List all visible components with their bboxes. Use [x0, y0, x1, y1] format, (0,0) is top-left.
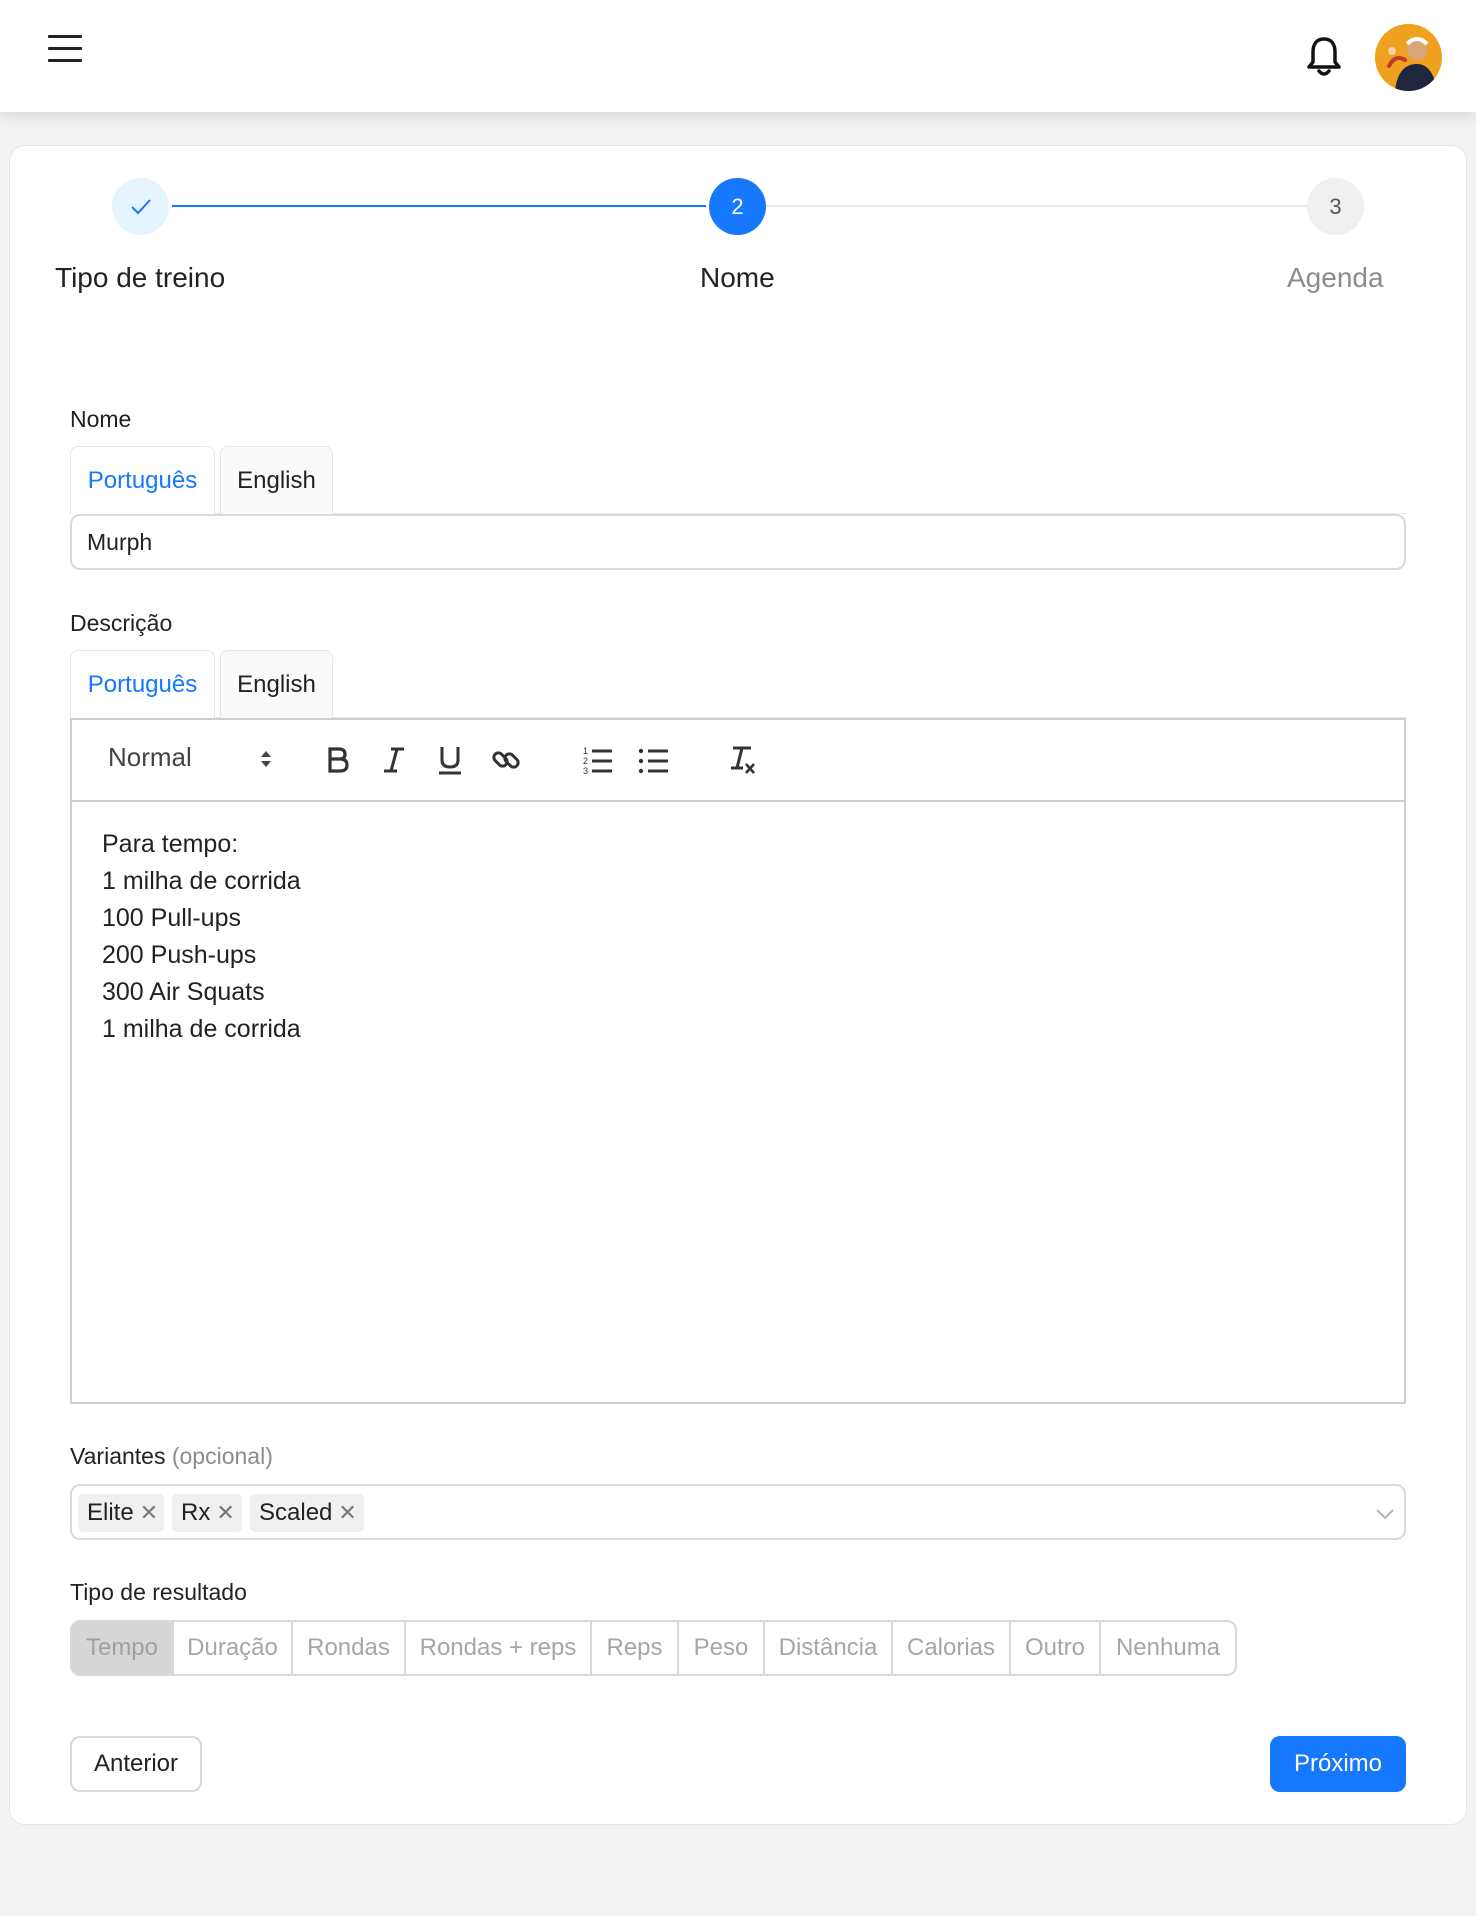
editor-toolbar: Normal 123: [72, 720, 1404, 802]
resultado-option-duracao[interactable]: Duração: [174, 1622, 293, 1674]
chevron-down-icon[interactable]: [1375, 1507, 1395, 1521]
step-2-number: 2: [731, 193, 744, 219]
nome-input[interactable]: [70, 514, 1406, 570]
resultado-option-peso[interactable]: Peso: [679, 1622, 765, 1674]
editor-line: Para tempo:: [102, 830, 239, 858]
clear-format-icon[interactable]: [722, 740, 762, 780]
nome-label: Nome: [70, 406, 132, 432]
italic-icon[interactable]: [374, 740, 414, 780]
tag-remove-icon[interactable]: ✕: [338, 1500, 356, 1526]
format-select[interactable]: Normal: [108, 742, 278, 780]
step-1-circle: [112, 178, 169, 235]
underline-icon[interactable]: [430, 740, 470, 780]
step-2-circle: 2: [709, 178, 766, 235]
check-icon: [130, 198, 151, 214]
link-icon[interactable]: [486, 740, 526, 780]
descricao-label: Descrição: [70, 610, 173, 636]
format-select-value: Normal: [108, 742, 192, 772]
tag-rx: Rx ✕: [172, 1494, 242, 1532]
resultado-option-rondas-reps[interactable]: Rondas + reps: [406, 1622, 592, 1674]
top-bar: [0, 0, 1476, 112]
nome-tab-portugues[interactable]: Português: [70, 446, 215, 515]
step-2-label: Nome: [700, 262, 775, 293]
hamburger-menu-icon[interactable]: [48, 33, 84, 65]
resultado-option-nenhuma[interactable]: Nenhuma: [1101, 1622, 1235, 1674]
descricao-tabs: Português English: [70, 650, 1406, 719]
descricao-tab-portugues[interactable]: Português: [70, 650, 215, 719]
nome-tabs: Português English: [70, 446, 1406, 515]
variantes-label-text: Variantes: [70, 1443, 166, 1469]
tag-label: Elite: [87, 1499, 134, 1526]
tag-label: Scaled: [259, 1499, 333, 1526]
nome-tab-english[interactable]: English: [220, 446, 333, 514]
tag-label: Rx: [181, 1499, 211, 1526]
variantes-optional-text: (opcional): [171, 1443, 273, 1469]
editor-line: 100 Pull-ups: [102, 904, 241, 932]
editor-line: 200 Push-ups: [102, 941, 257, 969]
step-3-number: 3: [1329, 193, 1342, 219]
variantes-label: Variantes (opcional): [70, 1443, 273, 1470]
svg-text:3: 3: [583, 766, 588, 776]
svg-text:1: 1: [583, 746, 588, 756]
bold-icon[interactable]: [318, 740, 358, 780]
bell-icon[interactable]: [1302, 34, 1346, 78]
stepper-line-pending: [765, 205, 1308, 207]
svg-text:2: 2: [583, 756, 588, 766]
tag-remove-icon[interactable]: ✕: [216, 1500, 234, 1526]
resultado-option-reps[interactable]: Reps: [592, 1622, 679, 1674]
previous-button[interactable]: Anterior: [70, 1736, 202, 1792]
resultado-option-distancia[interactable]: Distância: [765, 1622, 893, 1674]
resultado-option-rondas[interactable]: Rondas: [293, 1622, 406, 1674]
stepper-line-done: [172, 205, 706, 207]
tag-elite: Elite ✕: [78, 1494, 164, 1532]
tag-remove-icon[interactable]: ✕: [140, 1500, 158, 1526]
resultado-option-tempo[interactable]: Tempo: [72, 1622, 174, 1674]
user-avatar[interactable]: [1375, 24, 1442, 91]
resultado-segmented: Tempo Duração Rondas Rondas + reps Reps …: [70, 1620, 1237, 1676]
resultado-option-outro[interactable]: Outro: [1011, 1622, 1101, 1674]
next-button[interactable]: Próximo: [1270, 1736, 1406, 1792]
editor-content[interactable]: Para tempo: 1 milha de corrida 100 Pull-…: [102, 826, 301, 1048]
step-3-label: Agenda: [1287, 262, 1384, 293]
editor-line: 1 milha de corrida: [102, 867, 301, 895]
editor-line: 1 milha de corrida: [102, 1015, 301, 1043]
editor-line: 300 Air Squats: [102, 978, 265, 1006]
description-editor: Normal 123 Para tempo: 1 milha de corrid: [70, 718, 1406, 1404]
step-3-circle: 3: [1307, 178, 1364, 235]
descricao-tab-english[interactable]: English: [220, 650, 333, 718]
resultado-label: Tipo de resultado: [70, 1579, 247, 1605]
ordered-list-icon[interactable]: 123: [578, 740, 618, 780]
resultado-option-calorias[interactable]: Calorias: [893, 1622, 1011, 1674]
variantes-select[interactable]: Elite ✕ Rx ✕ Scaled ✕: [70, 1484, 1406, 1540]
step-1-label: Tipo de treino: [55, 262, 226, 293]
select-arrows-icon: [261, 751, 271, 767]
tag-scaled: Scaled ✕: [250, 1494, 364, 1532]
bullet-list-icon[interactable]: [634, 740, 674, 780]
